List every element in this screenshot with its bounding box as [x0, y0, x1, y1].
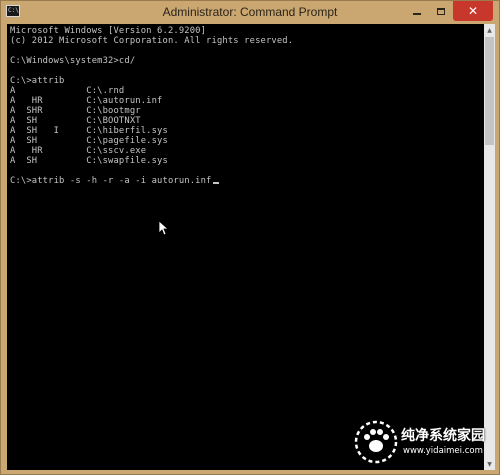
- console-line: C:\Windows\system32>cd/: [10, 56, 136, 66]
- command-text: C:\>attrib -s -h -r -a -i autorun.inf: [10, 176, 212, 186]
- console-line: A SHR C:\bootmgr: [10, 106, 141, 116]
- minimize-icon: [413, 13, 421, 15]
- command-input-line[interactable]: C:\>attrib -s -h -r -a -i autorun.inf: [10, 176, 219, 186]
- minimize-button[interactable]: [405, 1, 429, 21]
- console-line: A SH C:\BOOTNXT: [10, 116, 141, 126]
- maximize-icon: [437, 7, 445, 15]
- title-bar[interactable]: C:\ Administrator: Command Prompt ✕: [1, 1, 499, 23]
- mouse-pointer-icon: [158, 220, 168, 236]
- console-line: C:\>attrib: [10, 76, 65, 86]
- console-line: A C:\.rnd: [10, 86, 125, 96]
- console-line: A SH I C:\hiberfil.sys: [10, 126, 168, 136]
- console-line: A HR C:\autorun.inf: [10, 96, 163, 106]
- window-controls: ✕: [405, 1, 493, 21]
- console-line: A SH C:\swapfile.sys: [10, 156, 168, 166]
- console-output[interactable]: Microsoft Windows [Version 6.2.9200] (c)…: [7, 24, 484, 470]
- console-line: A HR C:\sscv.exe: [10, 146, 147, 156]
- site-watermark: 纯净系统家园 www.yidaimei.com: [353, 419, 493, 467]
- vertical-scrollbar[interactable]: ▲ ▼: [484, 24, 495, 470]
- command-prompt-window: C:\ Administrator: Command Prompt ✕ Micr…: [0, 0, 500, 475]
- maximize-button[interactable]: [429, 1, 453, 21]
- close-button[interactable]: ✕: [453, 1, 493, 21]
- scroll-thumb[interactable]: [485, 37, 494, 145]
- console-line: (c) 2012 Microsoft Corporation. All righ…: [10, 36, 294, 46]
- watermark-logo-icon: [354, 420, 398, 464]
- watermark-name: 纯净系统家园: [401, 428, 485, 444]
- console-line: Microsoft Windows [Version 6.2.9200]: [10, 26, 207, 36]
- scroll-up-icon[interactable]: ▲: [484, 24, 495, 36]
- text-cursor: [212, 182, 219, 184]
- watermark-url: www.yidaimei.com: [403, 446, 483, 456]
- console-line: A SH C:\pagefile.sys: [10, 136, 168, 146]
- close-icon: ✕: [467, 4, 479, 18]
